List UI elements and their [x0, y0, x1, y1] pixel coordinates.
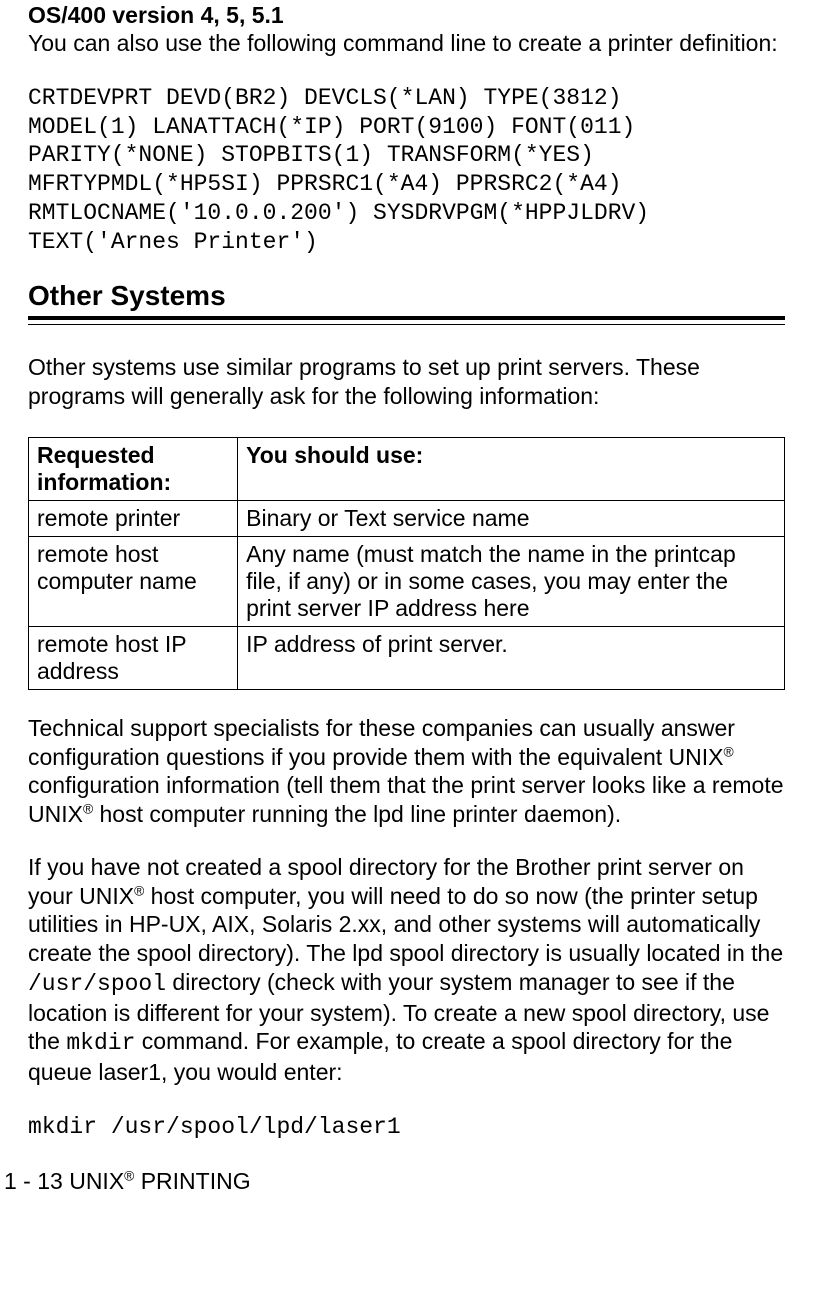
crtdevprt-command: CRTDEVPRT DEVD(BR2) DEVCLS(*LAN) TYPE(38… — [28, 84, 785, 257]
section-rule — [28, 316, 785, 325]
table-cell: remote host IP address — [29, 626, 238, 689]
other-systems-intro: Other systems use similar programs to se… — [28, 353, 785, 411]
registered-symbol: ® — [724, 744, 734, 759]
table-cell: IP address of print server. — [238, 626, 785, 689]
mkdir-command: mkdir /usr/spool/lpd/laser1 — [28, 1113, 785, 1142]
page-footer: 1 - 13 UNIX® PRINTING — [0, 1168, 813, 1195]
table-cell: remote printer — [29, 500, 238, 536]
text-span: host computer running the lpd line print… — [93, 801, 621, 827]
registered-symbol: ® — [134, 883, 144, 898]
info-table: Requested information: You should use: r… — [28, 437, 785, 690]
table-header-row: Requested information: You should use: — [29, 437, 785, 500]
os400-heading: OS/400 version 4, 5, 5.1 — [28, 2, 785, 29]
table-row: remote host computer name Any name (must… — [29, 536, 785, 626]
tech-support-paragraph: Technical support specialists for these … — [28, 714, 785, 829]
table-cell: Any name (must match the name in the pri… — [238, 536, 785, 626]
table-header-cell: You should use: — [238, 437, 785, 500]
table-header-cell: Requested information: — [29, 437, 238, 500]
footer-text: PRINTING — [134, 1168, 250, 1194]
text-span: Technical support specialists for these … — [28, 715, 735, 770]
other-systems-title: Other Systems — [28, 280, 785, 312]
registered-symbol: ® — [124, 1168, 134, 1183]
inline-code: mkdir — [66, 1030, 135, 1056]
table-cell: remote host computer name — [29, 536, 238, 626]
table-row: remote printer Binary or Text service na… — [29, 500, 785, 536]
os400-intro: You can also use the following command l… — [28, 29, 785, 58]
spool-paragraph: If you have not created a spool director… — [28, 853, 785, 1087]
inline-code: /usr/spool — [28, 971, 166, 997]
table-cell: Binary or Text service name — [238, 500, 785, 536]
registered-symbol: ® — [83, 801, 93, 816]
footer-text: 1 - 13 UNIX — [4, 1168, 124, 1194]
table-row: remote host IP address IP address of pri… — [29, 626, 785, 689]
